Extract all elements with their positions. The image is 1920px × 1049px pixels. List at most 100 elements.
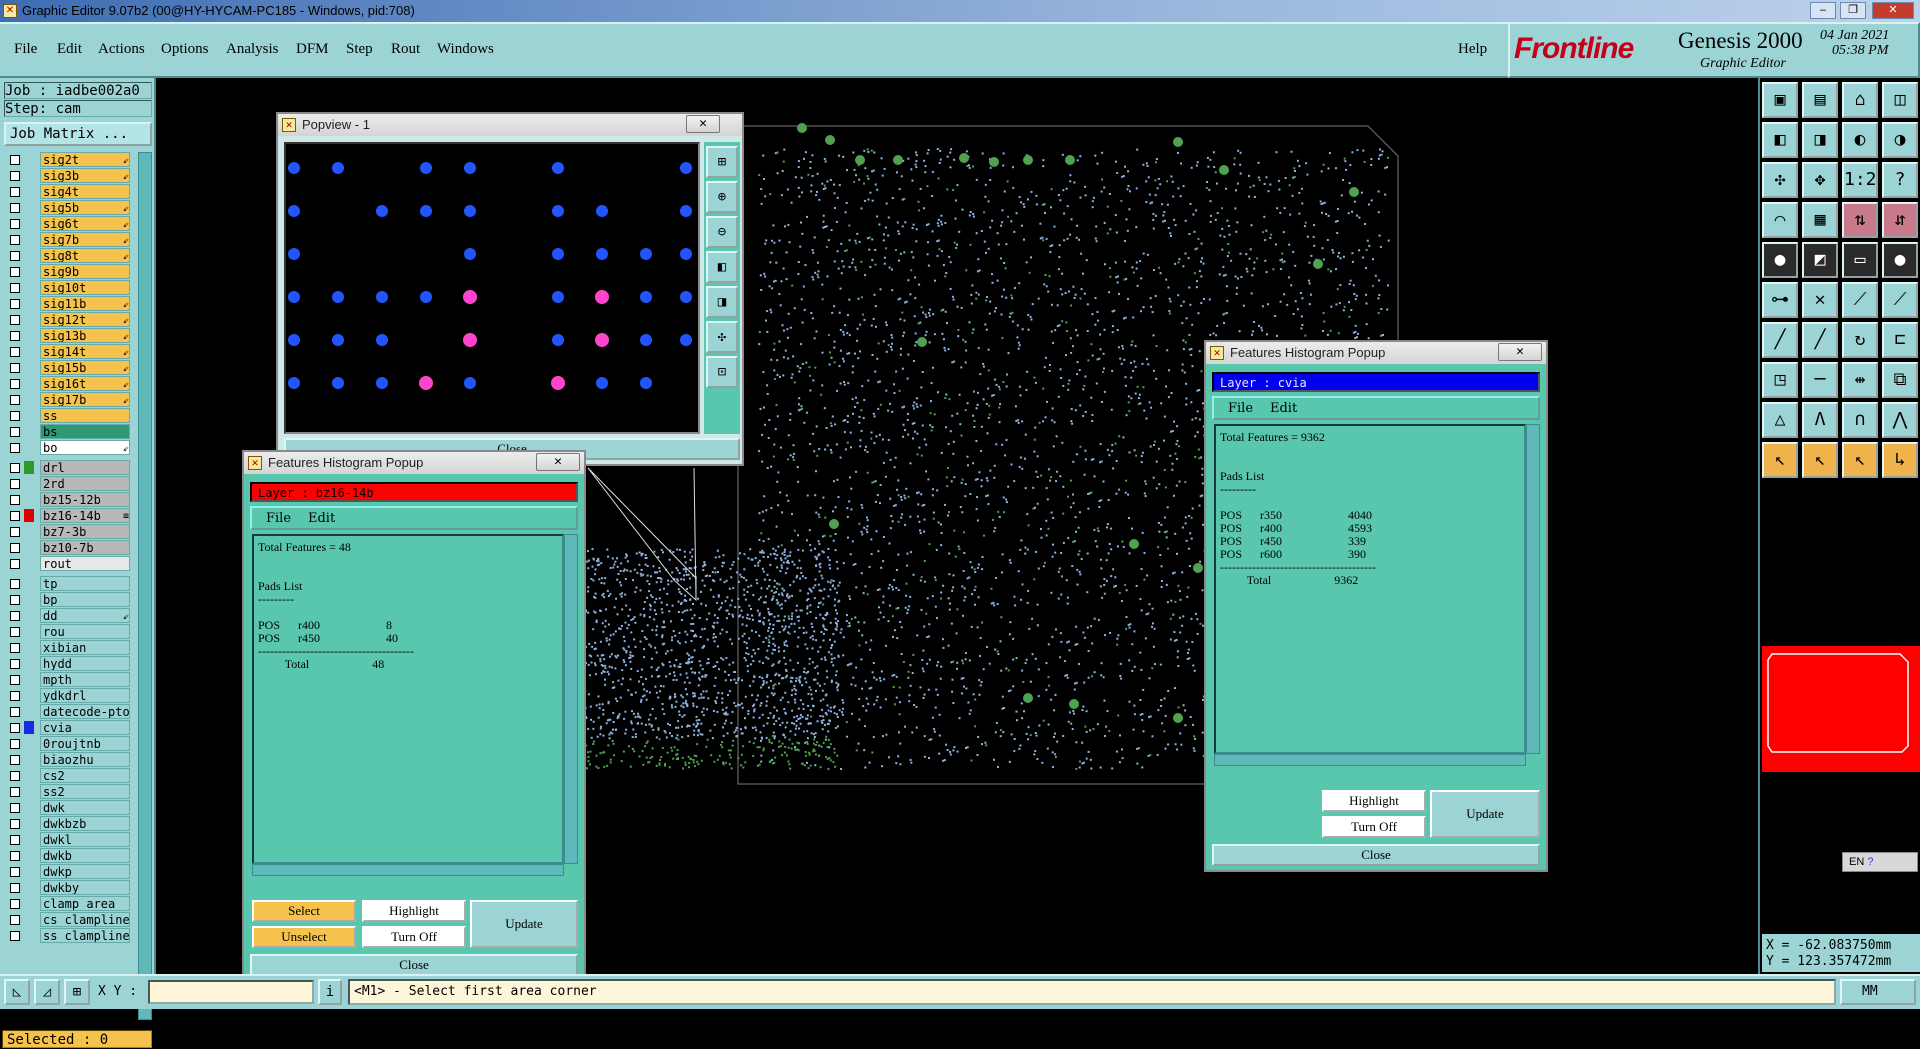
link-icon[interactable]: ⟋ [1842, 282, 1878, 318]
layer-checkbox[interactable] [10, 187, 20, 197]
layer-row-dwkbzb[interactable]: dwkbzb [8, 816, 126, 831]
layer-row-sig14t[interactable]: sig14t⇙ [8, 344, 126, 359]
arc-icon[interactable]: ↻ [1842, 322, 1878, 358]
layer-name[interactable]: cs2 [40, 768, 130, 783]
layer-checkbox[interactable] [10, 723, 20, 733]
select-button[interactable]: Select [252, 900, 356, 922]
update-button[interactable]: Update [470, 900, 578, 948]
turn-off-button[interactable]: Turn Off [362, 926, 466, 948]
draw-mode-icon[interactable]: ◺ [4, 979, 30, 1005]
layer-row-dd[interactable]: dd⇙ [8, 608, 126, 623]
layer-name[interactable]: dwkp [40, 864, 130, 879]
layer-name[interactable]: drl [40, 460, 130, 475]
layer-row-cs_clampline[interactable]: cs_clampline [8, 912, 126, 927]
language-indicator[interactable]: EN ? [1842, 852, 1918, 872]
layer-row-sig13b[interactable]: sig13b⇙ [8, 328, 126, 343]
layer-row-biaozhu[interactable]: biaozhu [8, 752, 126, 767]
bracket-icon[interactable]: ⊏ [1882, 322, 1918, 358]
open-icon[interactable]: ▣ [1762, 82, 1798, 118]
layer-name[interactable]: bp [40, 592, 130, 607]
layer-checkbox[interactable] [10, 611, 20, 621]
layer-name[interactable]: datecode-pto [40, 704, 130, 719]
layer-checkbox[interactable] [10, 347, 20, 357]
layer-row-datecode-pto[interactable]: datecode-pto [8, 704, 126, 719]
layer-name[interactable]: sig7b⇙ [40, 232, 130, 247]
layer-row-sig7b[interactable]: sig7b⇙ [8, 232, 126, 247]
menu-dfm[interactable]: DFM [296, 41, 329, 58]
layer-checkbox[interactable] [10, 543, 20, 553]
layer-name[interactable]: rou [40, 624, 130, 639]
layer-name[interactable]: sig11b⇙ [40, 296, 130, 311]
layer-row-dwk[interactable]: dwk [8, 800, 126, 815]
layer-name[interactable]: ss_clampline [40, 928, 130, 943]
histogram-left-close-button[interactable]: Close [250, 954, 578, 976]
layer-checkbox[interactable] [10, 395, 20, 405]
layer-name[interactable]: clamp_area [40, 896, 130, 911]
histogram-right-menu-edit[interactable]: Edit [1270, 401, 1297, 416]
menu-rout[interactable]: Rout [391, 41, 420, 58]
layer-row-2rd[interactable]: 2rd [8, 476, 126, 491]
layer-row-ydkdrl[interactable]: ydkdrl [8, 688, 126, 703]
layer-name[interactable]: cvia [40, 720, 130, 735]
menu-step[interactable]: Step [346, 41, 373, 58]
layer-checkbox[interactable] [10, 495, 20, 505]
pointer-icon[interactable]: ↖ [1762, 442, 1798, 478]
layer-checkbox[interactable] [10, 411, 20, 421]
layer-checkbox[interactable] [10, 299, 20, 309]
layer-name[interactable]: dwkl [40, 832, 130, 847]
layer-row-dwkb[interactable]: dwkb [8, 848, 126, 863]
layer-row-tp[interactable]: tp [8, 576, 126, 591]
home-view-icon[interactable]: ✣ [706, 321, 738, 353]
pan-left-icon[interactable]: ◧ [706, 251, 738, 283]
grid-icon[interactable]: ▦ [1802, 202, 1838, 238]
layer-row-ss[interactable]: ss [8, 408, 126, 423]
center-icon[interactable]: ✥ [1802, 162, 1838, 198]
join-icon[interactable]: ⟋ [1882, 282, 1918, 318]
layer-row-mpth[interactable]: mpth [8, 672, 126, 687]
scale-icon[interactable]: 1:2 [1842, 162, 1878, 198]
width-icon[interactable]: ⇹ [1842, 362, 1878, 398]
layer-checkbox[interactable] [10, 595, 20, 605]
layer-row-sig11b[interactable]: sig11b⇙ [8, 296, 126, 311]
center-view-icon[interactable]: ⊡ [706, 356, 738, 388]
layer-row-hydd[interactable]: hydd [8, 656, 126, 671]
layer-checkbox[interactable] [10, 579, 20, 589]
layer-row-bo[interactable]: bo⇙ [8, 440, 126, 455]
close-window-button[interactable]: ✕ [1872, 2, 1914, 19]
layer-checkbox[interactable] [10, 787, 20, 797]
diag-icon[interactable]: ╱ [1802, 322, 1838, 358]
histogram-left-vscroll[interactable] [564, 534, 578, 864]
snap-icon[interactable]: ↳ [1882, 442, 1918, 478]
layer-row-dwkl[interactable]: dwkl [8, 832, 126, 847]
menu-options[interactable]: Options [161, 41, 209, 58]
minus-icon[interactable]: ─ [1802, 362, 1838, 398]
flip-icon[interactable]: ◐ [1842, 122, 1878, 158]
layer-name[interactable]: sig8t⇙ [40, 248, 130, 263]
minimize-button[interactable]: – [1810, 2, 1836, 19]
zoom-out-icon[interactable]: ⊖ [706, 216, 738, 248]
layer-checkbox[interactable] [10, 675, 20, 685]
layer-row-sig3b[interactable]: sig3b⇙ [8, 168, 126, 183]
layer-row-drl[interactable]: drl [8, 460, 126, 475]
xy-input[interactable] [148, 980, 314, 1004]
units-selector[interactable]: MM [1840, 979, 1916, 1005]
layer-name[interactable]: bz7-3b [40, 524, 130, 539]
layer-row-sig6t[interactable]: sig6t⇙ [8, 216, 126, 231]
home-icon[interactable]: ⌂ [1842, 82, 1878, 118]
maximize-button[interactable]: ❐ [1840, 2, 1866, 19]
turn-off-button[interactable]: Turn Off [1322, 816, 1426, 838]
layer-down-icon[interactable]: ⇵ [1882, 202, 1918, 238]
layer-checkbox[interactable] [10, 511, 20, 521]
snap-mode-icon[interactable]: ◿ [34, 979, 60, 1005]
histogram-left-hscroll[interactable] [252, 864, 564, 876]
highlight-button[interactable]: Highlight [1322, 790, 1426, 812]
job-matrix-button[interactable]: Job Matrix ... [4, 122, 152, 146]
menu-actions[interactable]: Actions [98, 41, 145, 58]
move-icon[interactable]: ↖ [1842, 442, 1878, 478]
layer-checkbox[interactable] [10, 771, 20, 781]
layer-name[interactable]: mpth [40, 672, 130, 687]
layer-checkbox[interactable] [10, 851, 20, 861]
layer-name[interactable]: dwk [40, 800, 130, 815]
layer-name[interactable]: 2rd [40, 476, 130, 491]
help-icon[interactable]: ? [1882, 162, 1918, 198]
